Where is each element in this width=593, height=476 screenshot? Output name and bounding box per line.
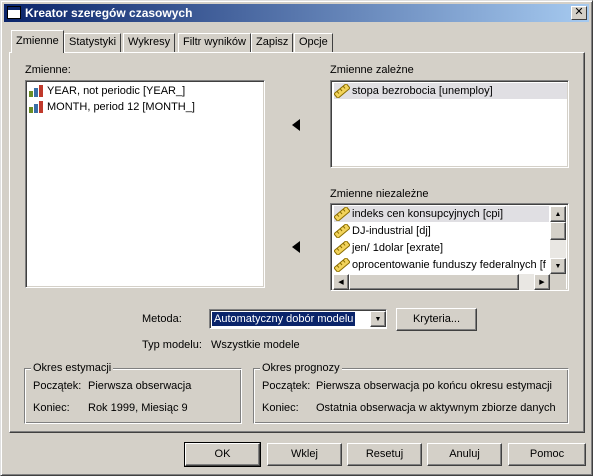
scroll-down-icon[interactable]: ▼ [550,258,566,274]
criteria-button[interactable]: Kryteria... [396,308,477,331]
method-label: Metoda: [142,313,182,325]
list-item[interactable]: DJ-industrial [dj] [334,223,549,239]
forecast-period-legend: Okres prognozy [260,362,342,374]
list-item[interactable]: stopa bezrobocia [unemploy] [334,83,567,99]
tab-label: Statystyki [69,36,117,48]
variables-listbox[interactable]: YEAR, not periodic [YEAR_] MONTH, period… [25,80,265,288]
tab-zapisz[interactable]: Zapisz [251,33,294,52]
reset-button[interactable]: Resetuj [347,443,422,466]
horizontal-scrollbar[interactable]: ◀ ▶ [333,274,550,290]
list-item-label: MONTH, period 12 [MONTH_] [47,101,195,113]
model-type-value: Wszystkie modele [211,339,300,351]
paste-button[interactable]: Wklej [267,443,342,466]
method-dropdown[interactable]: Automatyczny dobór modelu ▼ [209,309,387,329]
list-item[interactable]: indeks cen konsupcyjnych [cpi] [334,206,549,222]
move-to-dependent-arrow-icon[interactable] [292,119,300,131]
list-item[interactable]: MONTH, period 12 [MONTH_] [29,99,259,115]
forecast-start-label: Początek: [262,380,311,392]
scroll-right-icon[interactable]: ▶ [534,274,550,290]
nominal-icon [29,85,45,97]
dependent-label: Zmienne zależne [330,64,414,76]
dialog-window: Kreator szeregów czasowych ✕ Zmienne Sta… [0,0,593,476]
tab-zmienne[interactable]: Zmienne [11,30,64,53]
tab-wykresy[interactable]: Wykresy [123,33,176,52]
scroll-thumb[interactable] [349,274,519,290]
estimation-start-value: Pierwsza obserwacja [88,380,192,392]
nominal-icon [29,101,45,113]
estimation-end-value: Rok 1999, Miesiąc 9 [88,402,188,414]
model-type-label: Typ modelu: [142,339,202,351]
help-button[interactable]: Pomoc [508,443,586,466]
forecast-end-label: Koniec: [262,402,299,414]
dependent-listbox[interactable]: stopa bezrobocia [unemploy] [330,80,569,168]
window-title: Kreator szeregów czasowych [25,6,193,20]
list-item-label: jen/ 1dolar [exrate] [352,242,444,254]
list-item-label: DJ-industrial [dj] [352,225,431,237]
scroll-thumb[interactable] [550,222,566,240]
tab-filtr-wynikow[interactable]: Filtr wyników [178,33,251,52]
ok-button[interactable]: OK [184,442,261,467]
independent-listbox[interactable]: indeks cen konsupcyjnych [cpi] DJ-indust… [330,203,569,291]
tab-label: Opcje [299,36,328,48]
forecast-period-group: Okres prognozy Początek: Pierwsza obserw… [253,362,569,424]
scale-ruler-icon [334,207,350,221]
list-item-label: oprocentowanie funduszy federalnych [f [352,259,546,271]
scale-ruler-icon [334,241,350,255]
estimation-period-group: Okres estymacji Początek: Pierwsza obser… [24,362,242,424]
list-item[interactable]: YEAR, not periodic [YEAR_] [29,83,259,99]
scrollbar-corner [550,274,566,290]
list-item-label: indeks cen konsupcyjnych [cpi] [352,208,504,220]
scroll-up-icon[interactable]: ▲ [550,206,566,222]
forecast-start-value: Pierwsza obserwacja po końcu okresu esty… [316,380,552,392]
variables-label: Zmienne: [25,64,71,76]
close-button[interactable]: ✕ [571,6,587,20]
forecast-end-value: Ostatnia obserwacja w aktywnym zbiorze d… [316,402,556,414]
tab-label: Zmienne [16,35,59,47]
scale-ruler-icon [334,84,350,98]
tab-label: Wykresy [128,36,171,48]
window-icon [7,6,21,19]
list-item-label: YEAR, not periodic [YEAR_] [47,85,186,97]
list-item-label: stopa bezrobocia [unemploy] [352,85,493,97]
estimation-end-label: Koniec: [33,402,70,414]
move-to-independent-arrow-icon[interactable] [292,241,300,253]
scale-ruler-icon [334,224,350,238]
scale-ruler-icon [334,258,350,272]
scroll-left-icon[interactable]: ◀ [333,274,349,290]
estimation-start-label: Początek: [33,380,82,392]
tab-label: Filtr wyników [183,36,246,48]
cancel-button[interactable]: Anuluj [427,443,502,466]
independent-label: Zmienne niezależne [330,188,429,200]
chevron-down-icon[interactable]: ▼ [370,311,386,327]
tab-opcje[interactable]: Opcje [294,33,333,52]
estimation-period-legend: Okres estymacji [31,362,114,374]
tab-statystyki[interactable]: Statystyki [64,33,122,52]
tab-label: Zapisz [256,36,289,48]
method-selected-value: Automatyczny dobór modelu [210,311,357,327]
list-item[interactable]: jen/ 1dolar [exrate] [334,240,549,256]
list-item[interactable]: oprocentowanie funduszy federalnych [f [334,257,549,273]
title-bar[interactable]: Kreator szeregów czasowych ✕ [4,4,589,22]
vertical-scrollbar[interactable]: ▲ ▼ [550,206,566,274]
